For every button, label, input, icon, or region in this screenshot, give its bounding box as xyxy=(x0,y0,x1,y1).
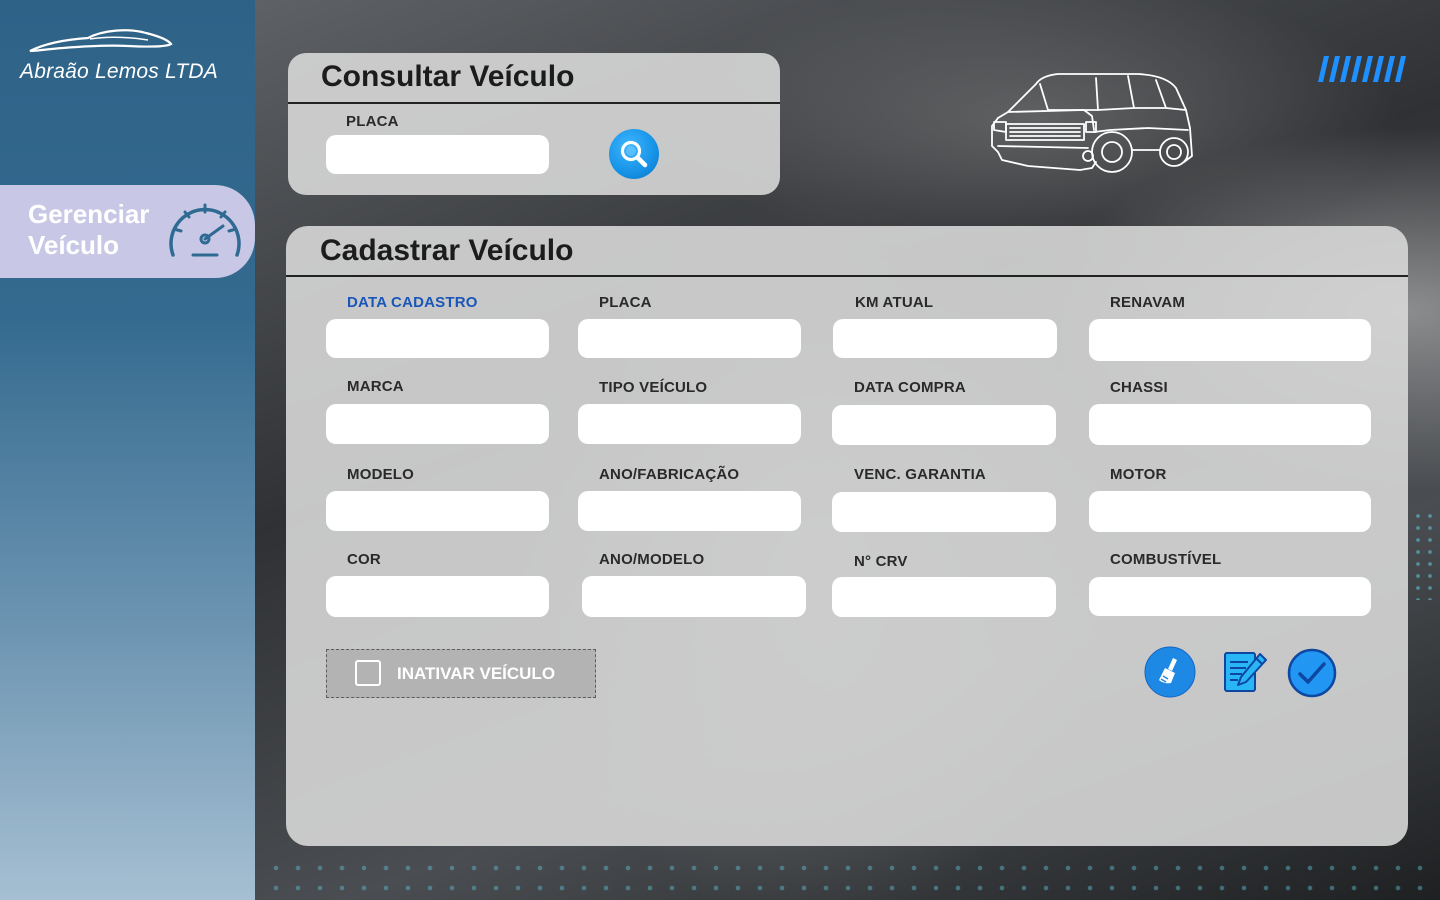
venc-garantia-label: VENC. GARANTIA xyxy=(854,466,986,483)
marca-field[interactable] xyxy=(326,404,549,444)
car-logo-icon xyxy=(29,29,173,53)
n-crv-field[interactable] xyxy=(832,577,1056,617)
renavam-field[interactable] xyxy=(1089,319,1371,361)
confirm-icon xyxy=(1287,648,1337,698)
cor-label: COR xyxy=(347,551,381,568)
search-panel-title: Consultar Veículo xyxy=(321,60,575,93)
motor-field[interactable] xyxy=(1089,491,1371,532)
placa-field[interactable] xyxy=(578,319,801,358)
modelo-label: MODELO xyxy=(347,466,415,483)
marca-label: MARCA xyxy=(347,378,404,395)
sidebar: Abraão Lemos LTDA Gerenciar Veículo xyxy=(0,0,255,900)
speedometer-icon xyxy=(169,203,241,257)
register-panel: Cadastrar Veículo DATA CADASTRO PLACA KM… xyxy=(286,226,1408,846)
search-button[interactable] xyxy=(609,129,659,179)
combustivel-label: COMBUSTÍVEL xyxy=(1110,551,1222,568)
tipo-veiculo-label: TIPO VEÍCULO xyxy=(599,379,708,396)
inactivate-checkbox[interactable] xyxy=(355,660,381,686)
ano-modelo-label: ANO/MODELO xyxy=(599,551,705,568)
clear-icon xyxy=(1144,646,1196,698)
combustivel-field[interactable] xyxy=(1089,577,1371,616)
register-panel-title: Cadastrar Veículo xyxy=(320,234,574,267)
decorative-stripes xyxy=(1318,56,1406,82)
edit-icon xyxy=(1224,652,1267,692)
search-plate-input[interactable] xyxy=(326,135,549,174)
inactivate-label: INATIVAR VEÍCULO xyxy=(397,664,556,683)
sidebar-item-gerenciar-veiculo[interactable]: Gerenciar Veículo xyxy=(0,185,255,278)
ano-fabricacao-label: ANO/FABRICAÇÃO xyxy=(599,466,740,483)
modelo-field[interactable] xyxy=(326,491,549,531)
search-panel: Consultar Veículo PLACA xyxy=(288,53,780,195)
data-compra-label: DATA COMPRA xyxy=(854,379,966,396)
data-cadastro-field[interactable] xyxy=(326,319,549,358)
search-plate-label: PLACA xyxy=(346,113,399,130)
renavam-label: RENAVAM xyxy=(1110,294,1186,311)
chassi-label: CHASSI xyxy=(1110,379,1168,396)
data-cadastro-label: DATA CADASTRO xyxy=(347,294,478,311)
cor-field[interactable] xyxy=(326,576,549,617)
ano-fabricacao-field[interactable] xyxy=(578,491,801,531)
decorative-dots-right xyxy=(1412,510,1440,600)
decorative-dots xyxy=(265,858,1425,898)
sidebar-item-label-line1: Gerenciar xyxy=(28,199,150,229)
motor-label: MOTOR xyxy=(1110,466,1167,483)
km-atual-field[interactable] xyxy=(833,319,1057,358)
chassi-field[interactable] xyxy=(1089,404,1371,445)
search-icon xyxy=(620,140,648,168)
km-atual-label: KM ATUAL xyxy=(855,294,934,311)
sidebar-item-label-line2: Veículo xyxy=(28,230,120,260)
inactivate-vehicle-toggle[interactable]: INATIVAR VEÍCULO xyxy=(326,649,596,698)
placa-label: PLACA xyxy=(599,294,652,311)
n-crv-label: N° CRV xyxy=(854,553,908,570)
ano-modelo-field[interactable] xyxy=(582,576,806,617)
tipo-veiculo-field[interactable] xyxy=(578,404,801,444)
clear-button[interactable] xyxy=(1144,646,1196,698)
brand-name: Abraão Lemos LTDA xyxy=(20,60,218,83)
divider xyxy=(286,275,1408,277)
sidebar-item-label: Gerenciar Veículo xyxy=(28,199,163,261)
venc-garantia-field[interactable] xyxy=(832,492,1056,532)
confirm-button[interactable] xyxy=(1286,647,1338,699)
suv-outline-icon xyxy=(991,73,1193,173)
data-compra-field[interactable] xyxy=(832,405,1056,445)
edit-button[interactable] xyxy=(1220,646,1272,698)
divider xyxy=(288,102,780,104)
